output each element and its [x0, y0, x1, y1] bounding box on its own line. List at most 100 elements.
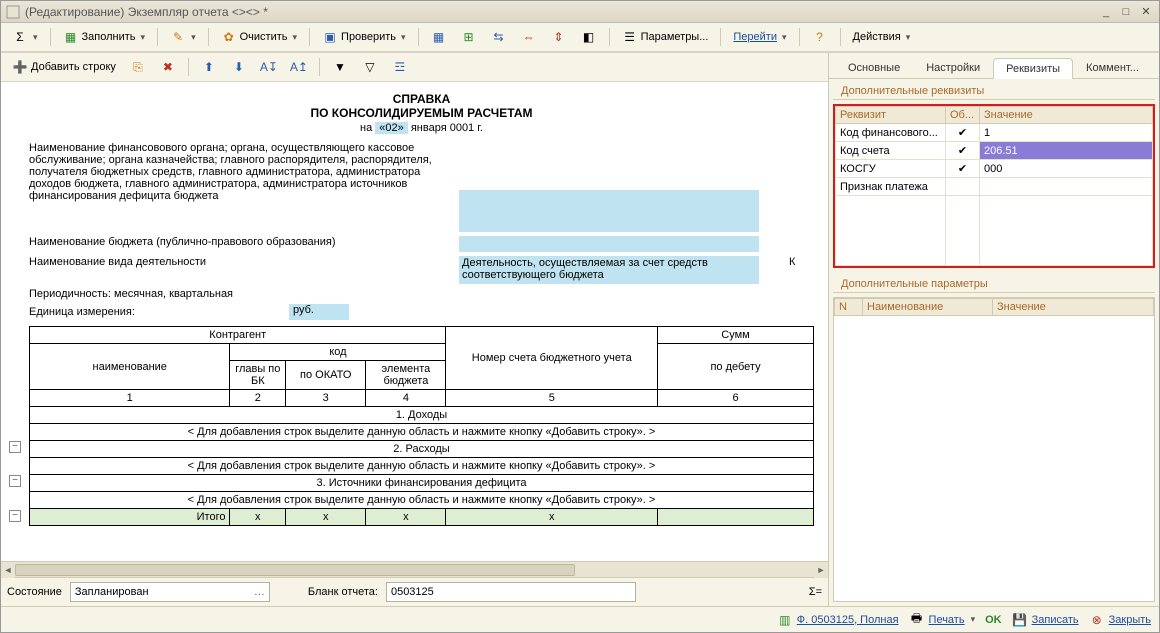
expand-v-icon: ⇕	[551, 29, 567, 45]
tab-rekvizity[interactable]: Реквизиты	[993, 58, 1073, 79]
footer-form[interactable]: ▥ Ф. 0503125, Полная	[777, 612, 899, 628]
fill-button[interactable]: ▦ Заполнить▾	[58, 26, 151, 48]
fill-label: Заполнить	[82, 31, 136, 43]
clear-label: Очистить	[240, 31, 288, 43]
print-button[interactable]: 🖶 Печать▾	[909, 612, 976, 628]
sigma-icon: Σ	[12, 29, 28, 45]
close-button[interactable]: ✕	[1137, 4, 1155, 20]
activity-suffix: К	[759, 256, 795, 268]
check-button[interactable]: ▣ Проверить▾	[317, 26, 411, 48]
sort-desc-button[interactable]: A↥	[286, 56, 312, 78]
req-row-0[interactable]: Код финансового...✔1	[836, 124, 1153, 142]
col-req: Реквизит	[836, 107, 946, 124]
title-bar: (Редактирование) Экземпляр отчета <><> *…	[1, 1, 1159, 23]
minimize-button[interactable]: _	[1097, 4, 1115, 20]
copy-icon: ⎘	[130, 59, 146, 75]
date-day[interactable]: «02»	[375, 122, 407, 134]
field-budget[interactable]	[459, 236, 759, 252]
copy-row-button[interactable]: ⎘	[125, 56, 151, 78]
brush-icon: ✎	[170, 29, 186, 45]
tb-icon-6[interactable]: ◧	[576, 26, 602, 48]
field-activity[interactable]: Деятельность, осуществляемая за счет сре…	[459, 256, 759, 284]
ok-button[interactable]: OK	[985, 614, 1002, 626]
field-unit[interactable]: руб.	[289, 304, 349, 320]
left-pane: ➕ Добавить строку ⎘ ✖ ⬆ ⬇ A↧ A↥ ▼ ▽ ☲ СП…	[1, 53, 829, 606]
help-button[interactable]: ?	[807, 26, 833, 48]
tree-toggle-3[interactable]: −	[9, 510, 21, 522]
state-field[interactable]: Запланирован…	[70, 582, 270, 602]
add-hint-1[interactable]: < Для добавления строк выделите данную о…	[30, 424, 814, 441]
col-summ: Сумм	[658, 327, 814, 344]
section-3[interactable]: 3. Источники финансирования дефицита	[30, 475, 814, 492]
tree-toggle-2[interactable]: −	[9, 475, 21, 487]
sigma-button[interactable]: Σ▾	[7, 26, 43, 48]
req-table: Реквизит Об... Значение Код финансового.…	[833, 104, 1155, 268]
col-kod: код	[230, 344, 446, 361]
filter-off-button[interactable]: ▽	[357, 56, 383, 78]
tab-osnovnye[interactable]: Основные	[835, 57, 913, 78]
tb-icon-1[interactable]: ▦	[426, 26, 452, 48]
delete-row-button[interactable]: ✖	[155, 56, 181, 78]
scroll-left-icon[interactable]: ◄	[1, 562, 15, 578]
footer-close-button[interactable]: ⊗ Закрыть	[1089, 612, 1151, 628]
pcol-name: Наименование	[863, 299, 993, 316]
scroll-thumb[interactable]	[15, 564, 575, 576]
blank-field[interactable]: 0503125	[386, 582, 636, 602]
hscrollbar[interactable]: ◄ ►	[1, 561, 828, 577]
scroll-right-icon[interactable]: ►	[814, 562, 828, 578]
goto-label: Перейти	[733, 31, 777, 43]
add-hint-2[interactable]: < Для добавления строк выделите данную о…	[30, 458, 814, 475]
tree-icon: ⊞	[461, 29, 477, 45]
req-row-1[interactable]: Код счета✔206.51	[836, 142, 1153, 160]
document-area[interactable]: СПРАВКА ПО КОНСОЛИДИРУЕМЫМ РАСЧЕТАМ на «…	[1, 82, 828, 561]
params-button[interactable]: ☰ Параметры...	[617, 26, 714, 48]
tab-comment[interactable]: Коммент...	[1073, 57, 1152, 78]
section-2[interactable]: 2. Расходы	[30, 441, 814, 458]
delete-icon: ✖	[160, 59, 176, 75]
main-toolbar: Σ▾ ▦ Заполнить▾ ✎▾ ✿ Очистить▾ ▣ Провери…	[1, 23, 1159, 52]
req-row-2[interactable]: КОСГУ✔000	[836, 160, 1153, 178]
toggle-icon: ◧	[581, 29, 597, 45]
clear-button[interactable]: ✿ Очистить▾	[216, 26, 302, 48]
footer-bar: ▥ Ф. 0503125, Полная 🖶 Печать▾ OK 💾 Запи…	[1, 606, 1159, 632]
save-button[interactable]: 💾 Записать	[1012, 612, 1079, 628]
req-row-3[interactable]: Признак платежа	[836, 178, 1153, 196]
move-up-button[interactable]: ⬆	[196, 56, 222, 78]
doc-title: СПРАВКА	[29, 92, 814, 106]
right-pane: Основные Настройки Реквизиты Коммент... …	[829, 53, 1159, 606]
doc-subtitle: ПО КОНСОЛИДИРУЕМЫМ РАСЧЕТАМ	[29, 106, 814, 120]
group-req-title: Дополнительные реквизиты	[833, 79, 1155, 100]
sort-asc-button[interactable]: A↧	[256, 56, 282, 78]
lbl-org: Наименование финансовового органа; орган…	[29, 142, 459, 202]
tree-toggle-1[interactable]: −	[9, 441, 21, 453]
pcol-n: N	[835, 299, 863, 316]
brush-button[interactable]: ✎▾	[165, 26, 201, 48]
col-glavy: главы по БК	[230, 361, 286, 390]
field-org[interactable]	[459, 190, 759, 232]
tb-icon-2[interactable]: ⊞	[456, 26, 482, 48]
add-hint-3[interactable]: < Для добавления строк выделите данную о…	[30, 492, 814, 509]
maximize-button[interactable]: □	[1117, 4, 1135, 20]
blank-label: Бланк отчета:	[308, 586, 378, 598]
check-icon: ▣	[322, 29, 338, 45]
tab-nastroiki[interactable]: Настройки	[913, 57, 993, 78]
sort-asc-icon: A↧	[261, 59, 277, 75]
tb-icon-4[interactable]: ⇔	[516, 26, 542, 48]
settings-rows-button[interactable]: ☲	[387, 56, 413, 78]
window-title: (Редактирование) Экземпляр отчета <><> *	[21, 5, 1095, 19]
collapse-h-icon: ⇆	[491, 29, 507, 45]
itogo-row: Итого x x x x	[30, 509, 814, 526]
col-elem: элемента бюджета	[366, 361, 446, 390]
actions-button[interactable]: Действия▾	[848, 28, 916, 46]
params-icon: ☰	[622, 29, 638, 45]
tb-icon-3[interactable]: ⇆	[486, 26, 512, 48]
add-row-button[interactable]: ➕ Добавить строку	[7, 56, 121, 78]
filter-button[interactable]: ▼	[327, 56, 353, 78]
move-down-button[interactable]: ⬇	[226, 56, 252, 78]
actions-label: Действия	[853, 31, 901, 43]
tb-icon-5[interactable]: ⇕	[546, 26, 572, 48]
goto-button[interactable]: Перейти▾	[728, 28, 791, 46]
section-1[interactable]: 1. Доходы	[30, 407, 814, 424]
arrow-down-icon: ⬇	[231, 59, 247, 75]
arrow-up-icon: ⬆	[201, 59, 217, 75]
